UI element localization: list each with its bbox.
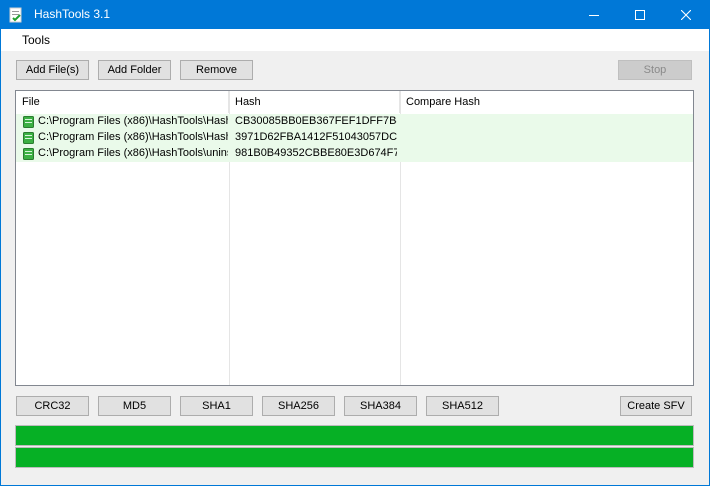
minimize-icon xyxy=(589,15,599,16)
crc32-button[interactable]: CRC32 xyxy=(16,396,89,416)
menu-tools[interactable]: Tools xyxy=(15,33,57,47)
create-sfv-button[interactable]: Create SFV xyxy=(620,396,692,416)
close-button[interactable] xyxy=(663,1,709,29)
file-status-icon xyxy=(23,148,34,160)
close-icon xyxy=(681,10,691,20)
file-status-icon xyxy=(23,132,34,144)
add-folder-button[interactable]: Add Folder xyxy=(98,60,171,80)
maximize-button[interactable] xyxy=(617,1,663,29)
table-row[interactable]: C:\Program Files (x86)\HashTools\Hash...… xyxy=(16,114,693,130)
cell-hash: CB30085BB0EB367FEF1DFF7B8... xyxy=(235,115,397,127)
minimize-button[interactable] xyxy=(571,1,617,29)
remove-button[interactable]: Remove xyxy=(180,60,253,80)
app-icon xyxy=(9,7,22,23)
column-header-hash[interactable]: Hash xyxy=(229,91,400,113)
total-progress-bar xyxy=(15,447,694,468)
sha1-button[interactable]: SHA1 xyxy=(180,396,253,416)
total-progress-fill xyxy=(16,448,693,467)
cell-hash: 981B0B49352CBBE80E3D674F7... xyxy=(235,147,397,159)
file-progress-bar xyxy=(15,425,694,446)
menu-bar: Tools xyxy=(1,29,709,51)
cell-file: C:\Program Files (x86)\HashTools\Hash... xyxy=(38,115,228,127)
cell-file: C:\Program Files (x86)\HashTools\Hash... xyxy=(38,131,228,143)
md5-button[interactable]: MD5 xyxy=(98,396,171,416)
file-progress-fill xyxy=(16,426,693,445)
file-status-icon xyxy=(23,116,34,128)
sha256-button[interactable]: SHA256 xyxy=(262,396,335,416)
sha512-button[interactable]: SHA512 xyxy=(426,396,499,416)
table-row[interactable]: C:\Program Files (x86)\HashTools\Hash...… xyxy=(16,130,693,146)
table-row[interactable]: C:\Program Files (x86)\HashTools\unins..… xyxy=(16,146,693,162)
maximize-icon xyxy=(635,10,645,20)
sha384-button[interactable]: SHA384 xyxy=(344,396,417,416)
window-title: HashTools 3.1 xyxy=(34,7,111,21)
stop-button[interactable]: Stop xyxy=(618,60,692,80)
column-header-file[interactable]: File xyxy=(16,91,229,113)
title-bar[interactable]: HashTools 3.1 xyxy=(1,1,709,29)
app-window: HashTools 3.1 Tools Add File(s) Add Fold… xyxy=(1,1,709,485)
column-header-compare-hash[interactable]: Compare Hash xyxy=(400,91,693,113)
cell-file: C:\Program Files (x86)\HashTools\unins..… xyxy=(38,147,228,159)
file-hash-list[interactable]: File Hash Compare Hash C:\Program Files … xyxy=(15,90,694,386)
cell-hash: 3971D62FBA1412F51043057DC... xyxy=(235,131,397,143)
add-files-button[interactable]: Add File(s) xyxy=(16,60,89,80)
